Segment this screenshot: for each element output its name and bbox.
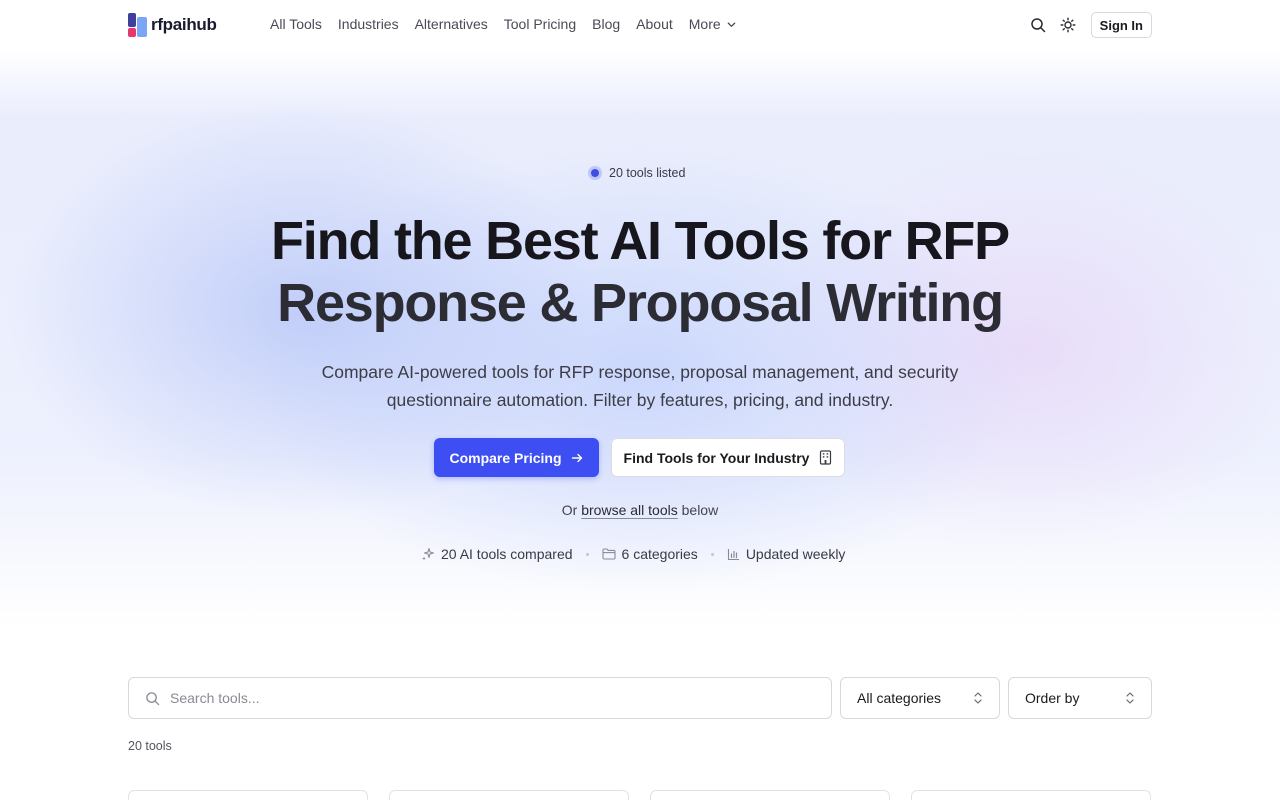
badge-text: 20 tools listed — [609, 166, 686, 180]
chevron-down-icon — [727, 21, 736, 27]
stat-tools-label: 20 AI tools compared — [441, 546, 573, 562]
search-icon — [146, 691, 160, 705]
order-by-value: Order by — [1025, 690, 1080, 706]
nav-blog[interactable]: Blog — [592, 16, 620, 32]
browse-line: Or browse all tools below — [0, 502, 1280, 518]
compare-pricing-button[interactable]: Compare Pricing — [434, 438, 599, 477]
hero-title-line2: Response & Proposal Writing — [277, 273, 1004, 333]
theme-toggle-sun-icon[interactable] — [1057, 14, 1079, 36]
hero-background — [0, 50, 1280, 630]
arrow-right-icon — [571, 453, 582, 462]
results-count: 20 tools — [128, 739, 172, 753]
category-select-value: All categories — [857, 690, 942, 706]
top-navbar: rfpaihub All Tools Industries Alternativ… — [0, 0, 1280, 50]
nav-all-tools[interactable]: All Tools — [270, 16, 322, 32]
bar-chart-icon — [727, 548, 739, 560]
tool-card[interactable] — [650, 790, 890, 800]
stat-tools-compared: 20 AI tools compared — [421, 546, 573, 562]
nav-alternatives[interactable]: Alternatives — [415, 16, 488, 32]
header-actions: Sign In — [1027, 12, 1152, 38]
sign-in-button[interactable]: Sign In — [1090, 12, 1152, 38]
stat-updated-label: Updated weekly — [745, 546, 846, 562]
browse-suffix: below — [681, 502, 719, 518]
stat-categories-label: 6 categories — [621, 546, 698, 562]
nav-about[interactable]: About — [636, 16, 673, 32]
tool-card-grid — [128, 790, 1152, 800]
nav-industries[interactable]: Industries — [338, 16, 399, 32]
nav-tool-pricing[interactable]: Tool Pricing — [504, 16, 576, 32]
folder-icon — [601, 548, 616, 560]
category-select[interactable]: All categories — [840, 677, 1000, 719]
hero-subtitle: Compare AI-powered tools for RFP respons… — [321, 362, 959, 410]
stat-updated: Updated weekly — [727, 546, 846, 562]
compare-pricing-label: Compare Pricing — [449, 449, 562, 466]
brand-logo[interactable]: rfpaihub — [128, 13, 217, 37]
browse-prefix: Or — [561, 502, 578, 518]
find-tools-industry-button[interactable]: Find Tools for Your Industry — [611, 438, 845, 477]
browse-all-tools-link[interactable]: browse all tools — [581, 502, 678, 518]
brand-name: rfpaihub — [151, 15, 217, 34]
chevrons-up-down-icon — [1126, 692, 1134, 704]
status-dot-icon — [588, 166, 602, 180]
chevrons-up-down-icon — [974, 692, 982, 704]
search-box[interactable] — [128, 677, 832, 719]
hero-title: Find the Best AI Tools for RFP Response … — [140, 210, 1140, 334]
search-input[interactable] — [170, 690, 790, 706]
tool-card[interactable] — [128, 790, 368, 800]
stat-separator — [710, 552, 714, 556]
nav-more-dropdown[interactable]: More — [689, 16, 737, 32]
find-tools-industry-label: Find Tools for Your Industry — [623, 449, 810, 466]
logo-mark-icon — [128, 13, 148, 37]
building-icon — [820, 450, 832, 465]
order-by-select[interactable]: Order by — [1008, 677, 1152, 719]
tools-listed-badge: 20 tools listed — [588, 162, 685, 184]
nav-more-label: More — [688, 16, 721, 32]
sparkles-icon — [422, 547, 435, 561]
tool-card[interactable] — [389, 790, 629, 800]
cta-row: Compare Pricing Find Tools for Your Indu… — [434, 438, 845, 477]
main-nav: All Tools Industries Alternatives Tool P… — [270, 16, 737, 32]
hero-title-line1: Find the Best AI Tools for RFP — [271, 211, 1010, 271]
stat-separator — [585, 552, 589, 556]
tool-filters: All categories Order by — [128, 677, 1152, 719]
hero-stats: 20 AI tools compared 6 categories Update… — [421, 546, 845, 562]
stat-categories: 6 categories — [601, 546, 698, 562]
tool-card[interactable] — [911, 790, 1151, 800]
search-icon[interactable] — [1027, 14, 1049, 36]
